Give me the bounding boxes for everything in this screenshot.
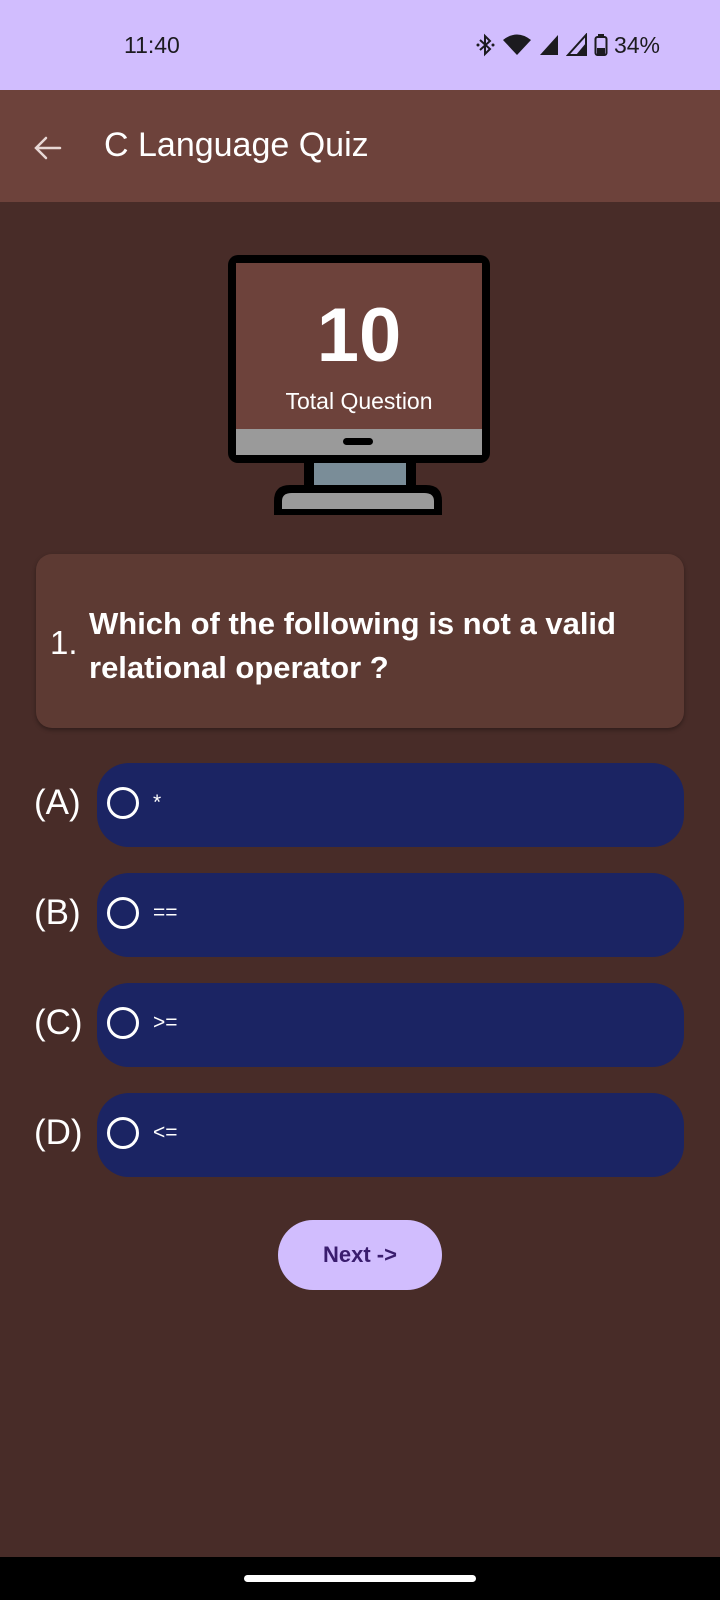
page-title: C Language Quiz: [104, 126, 369, 164]
status-icons: 34%: [476, 30, 660, 60]
option-b-button[interactable]: ==: [97, 873, 684, 957]
option-a: (A) *: [0, 763, 720, 849]
app-bar: C Language Quiz: [0, 90, 720, 202]
radio-unchecked-icon[interactable]: [107, 1007, 139, 1039]
status-time: 11:40: [124, 32, 180, 58]
option-a-button[interactable]: *: [97, 763, 684, 847]
option-label: (A): [34, 783, 81, 822]
option-text: *: [153, 791, 162, 814]
question-number: 1.: [50, 624, 78, 661]
signal-icon: [565, 33, 587, 56]
option-b: (B) ==: [0, 873, 720, 959]
option-d: (D) <=: [0, 1093, 720, 1179]
option-label: (C): [34, 1003, 83, 1042]
battery-percentage: 34%: [613, 31, 660, 58]
question-card: 1. Which of the following is not a valid…: [36, 554, 684, 728]
bluetooth-icon: [476, 33, 495, 57]
signal-icon: [539, 35, 558, 55]
total-question-count: 10: [316, 293, 402, 378]
radio-unchecked-icon[interactable]: [107, 1117, 139, 1149]
option-label: (D): [34, 1113, 83, 1152]
option-text: ==: [153, 901, 178, 924]
battery-icon: [594, 34, 608, 56]
option-c-button[interactable]: >=: [97, 983, 684, 1067]
option-text: >=: [153, 1011, 178, 1034]
home-indicator[interactable]: [244, 1575, 476, 1582]
option-c: (C) >=: [0, 983, 720, 1069]
total-question-caption: Total Question: [285, 388, 433, 414]
option-label: (B): [34, 893, 81, 932]
wifi-icon: [502, 34, 531, 55]
status-bar: 11:40 34%: [0, 0, 720, 90]
next-button[interactable]: Next ->: [278, 1220, 442, 1290]
question-text: Which of the following is not a valid re…: [89, 606, 616, 685]
radio-unchecked-icon[interactable]: [107, 787, 139, 819]
arrow-left-icon: [34, 136, 62, 160]
option-d-button[interactable]: <=: [97, 1093, 684, 1177]
back-button[interactable]: [26, 126, 70, 170]
option-text: <=: [153, 1121, 178, 1144]
radio-unchecked-icon[interactable]: [107, 897, 139, 929]
